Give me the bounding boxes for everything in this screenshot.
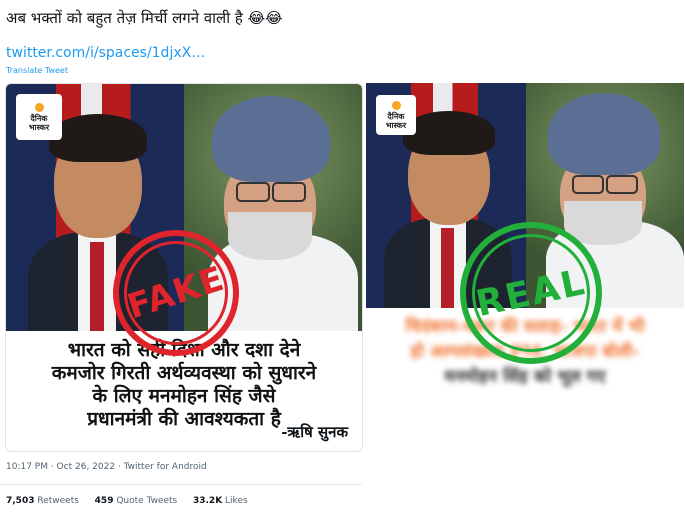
retweets-stat[interactable]: 7,503 Retweets <box>6 496 79 506</box>
quote-signature: -ऋषि सुनक <box>281 423 348 441</box>
tweet-timestamp-meta: 10:17 PM · Oct 26, 2022 · Twitter for An… <box>6 462 207 472</box>
logo-dot-icon <box>34 102 44 112</box>
logo-dot-icon <box>391 100 401 110</box>
tweet-stats: 7,503 Retweets 459 Quote Tweets 33.2K Li… <box>6 496 248 506</box>
likes-stat[interactable]: 33.2K Likes <box>193 496 248 506</box>
divider <box>0 484 362 485</box>
tweet-link[interactable]: twitter.com/i/spaces/1djxX… <box>6 45 205 61</box>
translate-tweet-link[interactable]: Translate Tweet <box>6 66 68 75</box>
tweet-text: अब भक्तों को बहुत तेज़ मिर्ची लगने वाली … <box>6 9 283 27</box>
quote-tweets-stat[interactable]: 459 Quote Tweets <box>95 496 178 506</box>
blurred-line-dark: मनमोहन सिंह को भूल गए <box>444 367 606 387</box>
dainik-bhaskar-logo-right: दैनिक भास्कर <box>376 95 416 135</box>
dainik-bhaskar-logo: दैनिक भास्कर <box>16 94 62 140</box>
